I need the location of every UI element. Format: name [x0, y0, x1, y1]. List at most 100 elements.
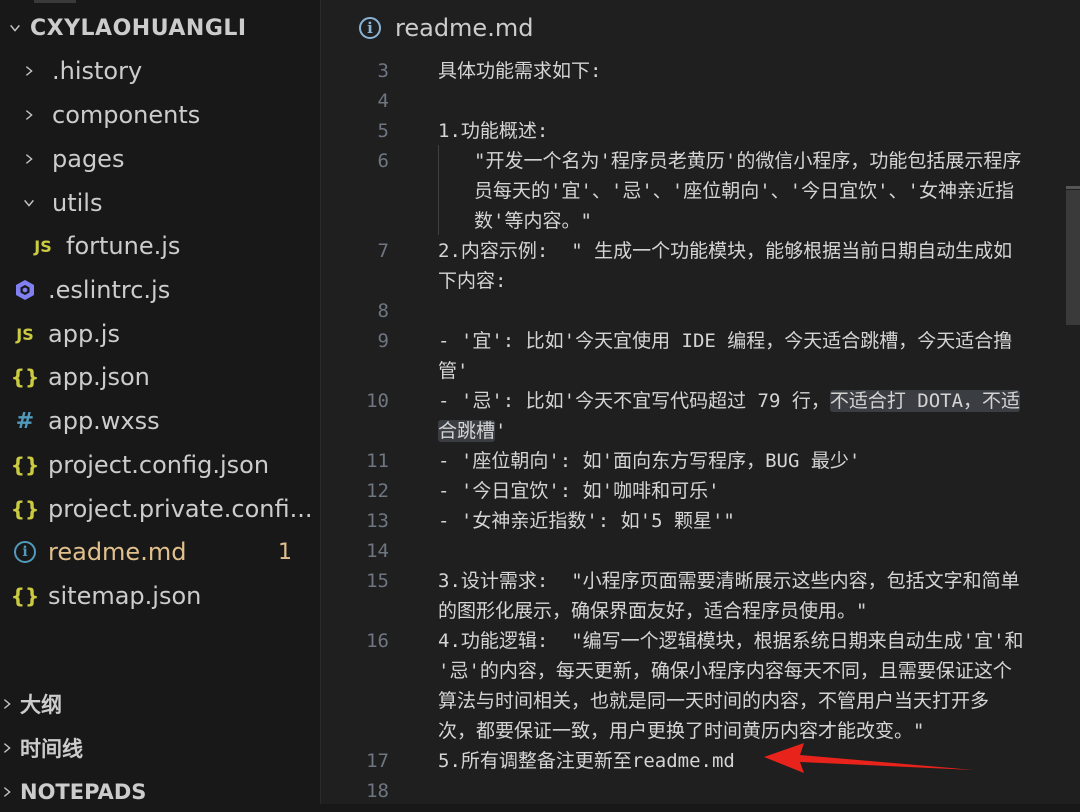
explorer-root[interactable]: CXYLAOHUANGLI [8, 8, 247, 48]
eslint-icon [12, 278, 38, 302]
code-line: - '忌': 比如'今天不宜写代码超过 79 行，不适合打 DOTA，不适 [438, 386, 1021, 416]
tab-separator [321, 56, 1080, 57]
sidebar-top-indicator [34, 0, 76, 3]
tree-item-label: sitemap.json [48, 582, 202, 610]
tree-item-project-private-config[interactable]: {} project.private.confi... [10, 489, 313, 529]
section-notepads[interactable]: NOTEPADS [0, 772, 146, 812]
tree-item-app-js[interactable]: JS app.js [12, 314, 120, 354]
tree-item-label: utils [52, 189, 103, 217]
chevron-right-icon [22, 64, 36, 78]
line-number: 15 [366, 570, 389, 592]
info-icon: i [359, 17, 381, 39]
code-text: ' [495, 420, 507, 442]
line-number [321, 416, 389, 446]
line-number: 9 [377, 330, 389, 352]
line-number: 7 [377, 240, 389, 262]
tree-item-label: app.json [48, 363, 150, 391]
section-title: 大纲 [20, 693, 62, 717]
json-file-icon: {} [10, 584, 40, 608]
code-line: 下内容: [438, 270, 507, 292]
info-circle: i [14, 541, 36, 563]
code-line: 1.功能概述: [438, 120, 549, 142]
code-line: 管' [438, 360, 469, 382]
chevron-right-icon [0, 741, 14, 755]
code-line: '忌'的内容，每天更新，确保小程序内容每天不同，且需要保证这个 [438, 660, 1012, 682]
json-file-icon: {} [10, 365, 40, 389]
line-number [321, 356, 389, 386]
tree-item-pages[interactable]: pages [22, 139, 124, 179]
code-text: - '忌': 比如'今天不宜写代码超过 79 行， [438, 390, 830, 412]
section-title: 时间线 [20, 737, 83, 761]
tree-item-utils[interactable]: utils [22, 183, 102, 223]
line-number: 10 [366, 390, 389, 412]
line-number [321, 716, 389, 746]
js-file-icon: JS [16, 324, 34, 344]
line-number: 6 [377, 150, 389, 172]
code-line: - '宜': 比如'今天宜使用 IDE 编程，今天适合跳槽，今天适合撸 [438, 330, 1013, 352]
tree-item-fortune-js[interactable]: JS fortune.js [30, 226, 180, 266]
scrollbar-thumb[interactable] [1066, 190, 1080, 325]
explorer-sidebar: CXYLAOHUANGLI .history components pages … [0, 0, 321, 804]
section-timeline[interactable]: 时间线 [0, 728, 83, 768]
code-line: 4.功能逻辑: "编写一个逻辑模块，根据系统日期来自动生成'宜'和 [438, 630, 1024, 652]
code-line: 员每天的'宜'、'忌'、'座位朝向'、'今日宜饮'、'女神亲近指 [474, 180, 1014, 202]
line-number [321, 206, 389, 236]
code-line: 具体功能需求如下: [438, 60, 602, 82]
tree-item-label: .eslintrc.js [48, 276, 171, 304]
tree-item-project-config[interactable]: {} project.config.json [11, 445, 270, 485]
chevron-right-icon [22, 108, 36, 122]
line-number: 5 [377, 120, 389, 142]
code-line: 5.所有调整备注更新至readme.md [438, 750, 735, 772]
line-number: 17 [366, 750, 389, 772]
selection-highlight: 合跳槽 [438, 420, 496, 442]
code-line: - '女神亲近指数': 如'5 颗星'" [438, 510, 735, 532]
vertical-scrollbar[interactable] [1066, 55, 1080, 804]
editor-pane: i readme.md 3 具体功能需求如下: 4 5 1.功能概述: 6 "开发一个名为'… [321, 0, 1080, 804]
code-line: "开发一个名为'程序员老黄历'的微信小程序，功能包括展示程序 [474, 150, 1022, 172]
tree-item-label: .history [52, 57, 143, 85]
line-number: 14 [366, 540, 389, 562]
line-number [321, 686, 389, 716]
explorer-root-title: CXYLAOHUANGLI [30, 15, 247, 41]
line-number: 16 [366, 630, 389, 652]
tree-item-label: fortune.js [66, 232, 181, 260]
line-number: 3 [377, 60, 389, 82]
tree-item-eslintrc[interactable]: .eslintrc.js [12, 270, 170, 310]
line-number: 18 [366, 780, 389, 802]
line-number [321, 176, 389, 206]
code-line: 算法与时间相关，也就是同一天时间的内容，不管用户当天打开多 [438, 690, 990, 712]
code-line: 的图形化展示，确保界面友好，适合程序员使用。" [438, 600, 868, 622]
tree-item-label: pages [52, 145, 125, 173]
tree-item-components[interactable]: components [22, 95, 200, 135]
scrollbar-marker [1066, 186, 1080, 189]
section-outline[interactable]: 大纲 [0, 684, 62, 724]
line-number [321, 656, 389, 686]
tree-item-app-wxss[interactable]: # app.wxss [12, 401, 160, 441]
chevron-right-icon [0, 697, 14, 711]
code-line: - '今日宜饮': 如'咖啡和可乐' [438, 480, 720, 502]
red-arrow-annotation [764, 743, 974, 773]
code-line: - '座位朝向': 如'面向东方写程序，BUG 最少' [438, 450, 861, 472]
tree-item-label: app.wxss [48, 407, 160, 435]
section-title: NOTEPADS [20, 780, 147, 804]
line-number [321, 596, 389, 626]
tree-item-history[interactable]: .history [22, 51, 142, 91]
tree-item-label: project.config.json [48, 451, 270, 479]
tree-item-sitemap[interactable]: {} sitemap.json [10, 576, 202, 616]
tab-readme[interactable]: i readme.md [359, 10, 533, 46]
selection-highlight: 不适合打 DOTA，不适 [829, 390, 1021, 412]
chevron-right-icon [22, 152, 36, 166]
tab-label: readme.md [395, 14, 534, 42]
line-number: 11 [366, 450, 389, 472]
tree-item-label: components [52, 101, 201, 129]
line-number: 8 [377, 300, 389, 322]
json-file-icon: {} [10, 497, 40, 521]
tree-item-readme[interactable]: i readme.md 1 [12, 532, 312, 572]
code-line: 数'等内容。" [474, 210, 592, 232]
line-number [321, 266, 389, 296]
arrow-shape [764, 743, 974, 773]
css-file-icon: # [15, 408, 35, 434]
line-number: 13 [366, 510, 389, 532]
tree-item-app-json[interactable]: {} app.json [10, 357, 150, 397]
code-line: 合跳槽' [438, 416, 506, 446]
